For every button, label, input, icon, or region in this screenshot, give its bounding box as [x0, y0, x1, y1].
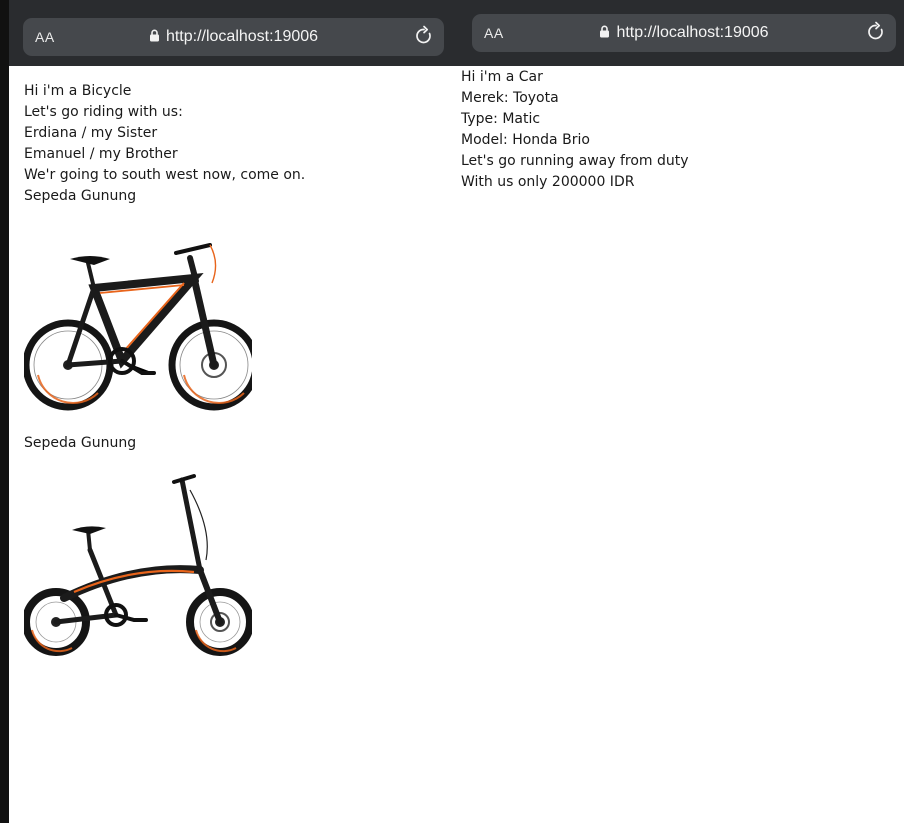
- lock-icon: [149, 29, 159, 42]
- url-display[interactable]: http://localhost:19006: [472, 24, 896, 42]
- url-text: http://localhost:19006: [165, 28, 319, 45]
- brother-line: Emanuel / my Brother: [24, 146, 178, 162]
- type-line: Type: Matic: [461, 111, 541, 127]
- sister-line: Erdiana / my Sister: [24, 125, 158, 141]
- tagline-line: Let's go running away from duty: [461, 153, 689, 169]
- url-display[interactable]: http://localhost:19006: [23, 28, 444, 46]
- intro-line: Hi i'm a Car: [461, 69, 543, 85]
- price-line: With us only 200000 IDR: [461, 174, 635, 190]
- bike-caption: Sepeda Gunung: [24, 188, 137, 204]
- brand-line: Merek: Toyota: [461, 90, 559, 106]
- bicycle-screen: AA http://localhost:19006 Hi i'm a Bicyc…: [0, 0, 455, 823]
- folding-bike-image: [24, 474, 252, 656]
- mountain-bike-image: [24, 243, 252, 411]
- intro-line: Hi i'm a Bicycle: [24, 83, 132, 99]
- lock-icon: [600, 25, 610, 38]
- bike-caption: Sepeda Gunung: [24, 435, 137, 451]
- window-edge: [0, 0, 9, 823]
- address-bar[interactable]: AA http://localhost:19006: [472, 14, 896, 52]
- address-bar[interactable]: AA http://localhost:19006: [23, 18, 444, 56]
- url-text: http://localhost:19006: [616, 24, 769, 41]
- reload-icon[interactable]: [413, 25, 435, 47]
- bicycle-content: Hi i'm a Bicycle Let's go riding with us…: [24, 81, 444, 680]
- destination-line: We'r going to south west now, come on.: [24, 167, 306, 183]
- car-content: Hi i'm a Car Merek: Toyota Type: Matic M…: [461, 67, 891, 193]
- car-screen: AA http://localhost:19006 Hi i'm a Car M…: [455, 0, 904, 823]
- reload-icon[interactable]: [865, 21, 887, 43]
- model-line: Model: Honda Brio: [461, 132, 590, 148]
- invite-line: Let's go riding with us:: [24, 104, 183, 120]
